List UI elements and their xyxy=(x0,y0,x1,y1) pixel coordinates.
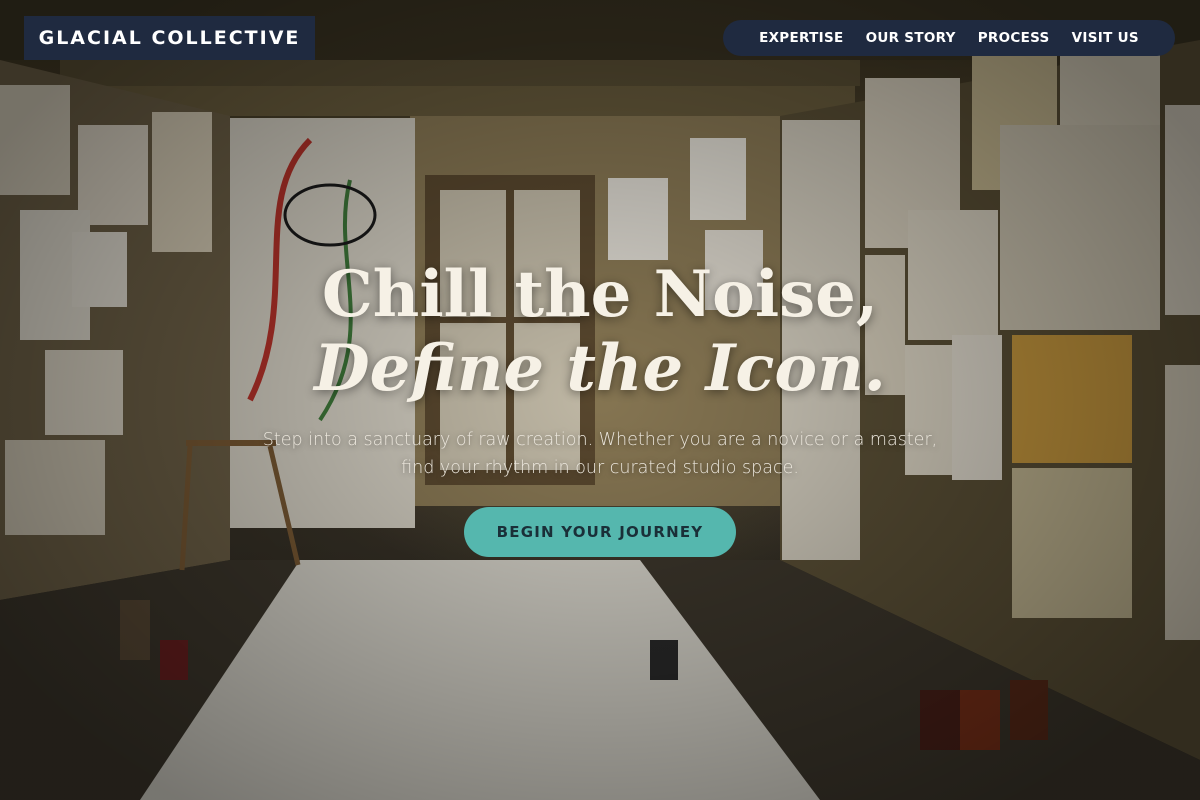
nav-item-process[interactable]: PROCESS xyxy=(978,30,1050,46)
main-nav: EXPERTISE OUR STORY PROCESS VISIT US xyxy=(723,20,1175,56)
nav-item-our-story[interactable]: OUR STORY xyxy=(866,30,956,46)
hero-title-line2: Define the Icon. xyxy=(314,331,886,406)
hero-title-line1: Chill the Noise, xyxy=(321,257,879,332)
nav-item-visit-us[interactable]: VISIT US xyxy=(1072,30,1139,46)
begin-journey-button[interactable]: BEGIN YOUR JOURNEY xyxy=(464,507,736,557)
nav-item-expertise[interactable]: EXPERTISE xyxy=(759,30,843,46)
hero-subtitle: Step into a sanctuary of raw creation. W… xyxy=(262,430,938,478)
brand-logo[interactable]: GLACIAL COLLECTIVE xyxy=(24,16,315,60)
hero-title: Chill the Noise, Define the Icon. xyxy=(0,258,1200,406)
